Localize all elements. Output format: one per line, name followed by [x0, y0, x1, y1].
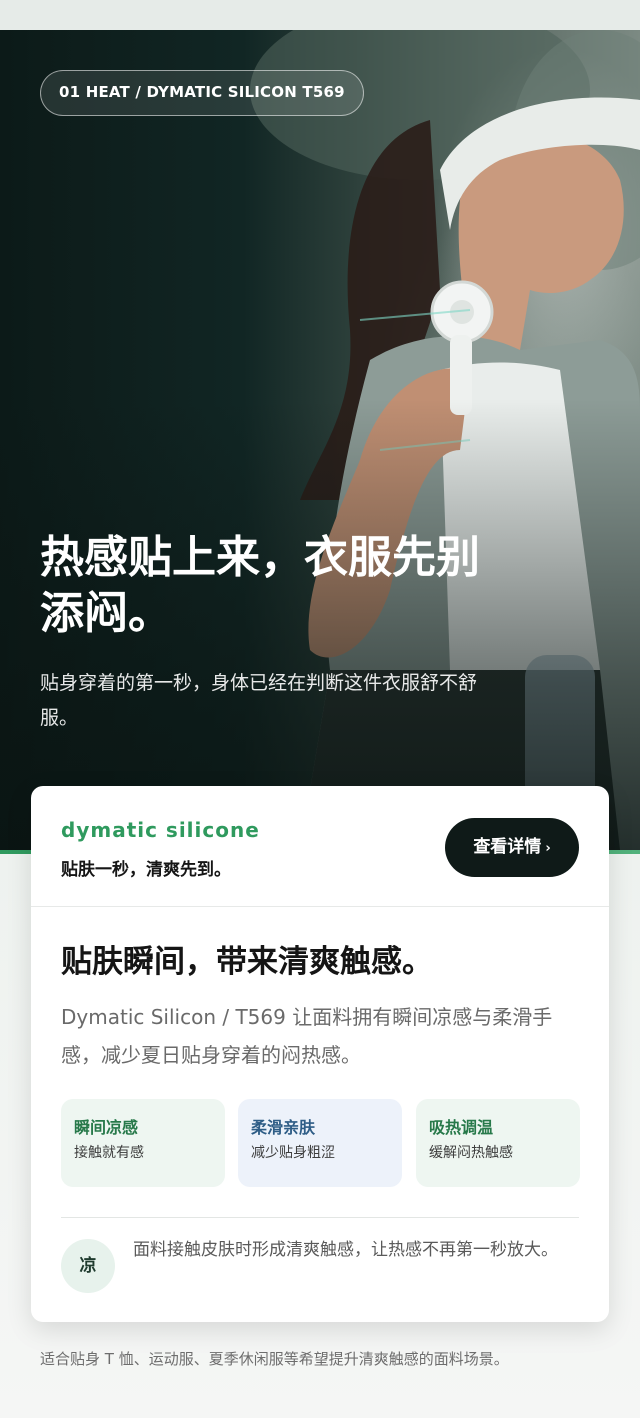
note-text: 面料接触皮肤时形成清爽触感，让热感不再第一秒放大。: [133, 1240, 558, 1260]
view-details-button[interactable]: 查看详情 ›: [445, 818, 579, 877]
feature-desc: 接触就有感: [74, 1145, 144, 1161]
top-bar: [0, 0, 640, 30]
hero-subtitle: 贴身穿着的第一秒，身体已经在判断这件衣服舒不舒服。: [40, 672, 478, 729]
divider: [61, 1217, 579, 1218]
feature-card-cooling: 瞬间凉感 接触就有感: [61, 1099, 225, 1187]
hero-title: 热感贴上来，衣服先别添闷。: [40, 532, 480, 639]
feature-desc: 减少贴身粗涩: [251, 1145, 335, 1161]
feature-desc: 缓解闷热触感: [429, 1145, 513, 1161]
feature-card-smooth: 柔滑亲肤 减少贴身粗涩: [238, 1099, 402, 1187]
chevron-right-icon: ›: [545, 841, 551, 856]
hero-tag: 01 HEAT / DYMATIC SILICON T569: [40, 70, 364, 116]
brand-slogan: 贴肤一秒，清爽先到。: [61, 860, 231, 880]
hero-banner: 01 HEAT / DYMATIC SILICON T569 热感贴上来，衣服先…: [0, 30, 640, 850]
feature-title: 柔滑亲肤: [251, 1118, 316, 1137]
feature-card-thermal: 吸热调温 缓解闷热触感: [416, 1099, 580, 1187]
card-title: 贴肤瞬间，带来清爽触感。: [61, 944, 433, 980]
brand-logo: dymatic silicone: [61, 818, 260, 842]
card-header: dymatic silicone 贴肤一秒，清爽先到。 查看详情 ›: [31, 786, 609, 907]
feature-title: 吸热调温: [429, 1118, 494, 1137]
view-details-label: 查看详情: [473, 837, 542, 857]
note-badge: 凉: [61, 1239, 115, 1293]
feature-title: 瞬间凉感: [74, 1118, 139, 1137]
product-card: dymatic silicone 贴肤一秒，清爽先到。 查看详情 › 贴肤瞬间，带…: [31, 786, 609, 1322]
footnote: 适合贴身 T 恤、运动服、夏季休闲服等希望提升清爽触感的面料场景。: [40, 1350, 509, 1368]
card-description: Dymatic Silicon / T569 让面料拥有瞬间凉感与柔滑手感，减少…: [61, 1005, 553, 1067]
